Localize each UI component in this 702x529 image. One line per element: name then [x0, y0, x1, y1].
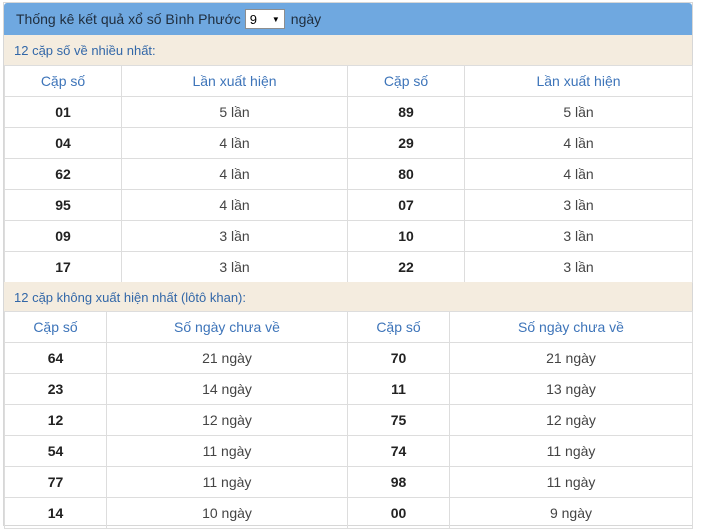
column-header: Cặp số — [4, 65, 122, 97]
occurrence-count: 4 lần — [121, 127, 348, 159]
pair-number: 98 — [347, 466, 450, 498]
pair-number: 07 — [347, 189, 465, 221]
days-absent: 12 ngày — [106, 404, 348, 436]
column-header: Số ngày chưa về — [106, 311, 348, 343]
section-absent-label: 12 cặp không xuất hiện nhất (lôtô khan): — [14, 289, 246, 305]
occurrence-count: 4 lần — [464, 158, 693, 190]
section-most-frequent-label: 12 cặp số về nhiều nhất: — [14, 42, 156, 58]
days-absent: 11 ngày — [106, 466, 348, 498]
column-header: Lần xuất hiện — [464, 65, 693, 97]
occurrence-count: 4 lần — [464, 127, 693, 159]
pair-number: 22 — [347, 251, 465, 283]
days-absent: 10 ngày — [106, 497, 348, 529]
pair-number: 80 — [347, 158, 465, 190]
table-row: 64 21 ngày 70 21 ngày — [4, 342, 693, 374]
table-row: 09 3 lần 10 3 lần — [4, 220, 693, 252]
column-header: Số ngày chưa về — [449, 311, 693, 343]
days-select-value: 9 — [249, 11, 258, 27]
days-absent: 9 ngày — [449, 497, 693, 529]
pair-number: 04 — [4, 127, 122, 159]
occurrence-count: 3 lần — [464, 189, 693, 221]
pair-number: 10 — [347, 220, 465, 252]
pair-number: 89 — [347, 96, 465, 128]
table-row: 23 14 ngày 11 13 ngày — [4, 373, 693, 405]
occurrence-count: 3 lần — [121, 220, 348, 252]
table-row: 04 4 lần 29 4 lần — [4, 127, 693, 159]
days-absent: 11 ngày — [449, 466, 693, 498]
occurrence-count: 5 lần — [464, 96, 693, 128]
pair-number: 70 — [347, 342, 450, 374]
table-row: 12 12 ngày 75 12 ngày — [4, 404, 693, 436]
pair-number: 17 — [4, 251, 122, 283]
occurrence-count: 5 lần — [121, 96, 348, 128]
occurrence-count: 3 lần — [464, 251, 693, 283]
pair-number: 14 — [4, 497, 107, 529]
pair-number: 11 — [347, 373, 450, 405]
pair-number: 62 — [4, 158, 122, 190]
column-header: Cặp số — [347, 65, 465, 97]
panel-header: Thống kê kết quả xổ số Bình Phước 9 ▼ ng… — [4, 3, 692, 35]
section-absent-title: 12 cặp không xuất hiện nhất (lôtô khan): — [4, 282, 692, 312]
absent-pairs-table: Cặp số Số ngày chưa về Cặp số Số ngày ch… — [4, 311, 693, 529]
table-row: 54 11 ngày 74 11 ngày — [4, 435, 693, 467]
table-row: 62 4 lần 80 4 lần — [4, 158, 693, 190]
days-absent: 13 ngày — [449, 373, 693, 405]
pair-number: 01 — [4, 96, 122, 128]
table-row: 95 4 lần 07 3 lần — [4, 189, 693, 221]
days-absent: 11 ngày — [106, 435, 348, 467]
pair-number: 54 — [4, 435, 107, 467]
header-suffix: ngày — [290, 11, 322, 27]
occurrence-count: 3 lần — [464, 220, 693, 252]
table-row: 17 3 lần 22 3 lần — [4, 251, 693, 283]
pair-number: 77 — [4, 466, 107, 498]
pair-number: 09 — [4, 220, 122, 252]
table-header-row: Cặp số Số ngày chưa về Cặp số Số ngày ch… — [4, 311, 693, 343]
days-select[interactable]: 9 ▼ — [244, 9, 285, 29]
pair-number: 64 — [4, 342, 107, 374]
occurrence-count: 4 lần — [121, 189, 348, 221]
pair-number: 00 — [347, 497, 450, 529]
column-header: Cặp số — [4, 311, 107, 343]
table-row: 77 11 ngày 98 11 ngày — [4, 466, 693, 498]
table-header-row: Cặp số Lần xuất hiện Cặp số Lần xuất hiệ… — [4, 65, 693, 97]
table-row: 01 5 lần 89 5 lần — [4, 96, 693, 128]
days-absent: 21 ngày — [449, 342, 693, 374]
section-most-frequent-title: 12 cặp số về nhiều nhất: — [4, 35, 692, 65]
pair-number: 74 — [347, 435, 450, 467]
occurrence-count: 3 lần — [121, 251, 348, 283]
occurrence-count: 4 lần — [121, 158, 348, 190]
chevron-down-icon: ▼ — [271, 14, 280, 24]
statistics-panel: Thống kê kết quả xổ số Bình Phước 9 ▼ ng… — [3, 2, 693, 529]
most-frequent-table: Cặp số Lần xuất hiện Cặp số Lần xuất hiệ… — [4, 65, 693, 283]
header-title: Thống kê kết quả xổ số Bình Phước — [16, 11, 241, 27]
pair-number: 29 — [347, 127, 465, 159]
column-header: Lần xuất hiện — [121, 65, 348, 97]
column-header: Cặp số — [347, 311, 450, 343]
days-absent: 21 ngày — [106, 342, 348, 374]
days-absent: 14 ngày — [106, 373, 348, 405]
table-row: 14 10 ngày 00 9 ngày — [4, 497, 693, 529]
pair-number: 23 — [4, 373, 107, 405]
days-absent: 12 ngày — [449, 404, 693, 436]
pair-number: 75 — [347, 404, 450, 436]
pair-number: 12 — [4, 404, 107, 436]
days-absent: 11 ngày — [449, 435, 693, 467]
pair-number: 95 — [4, 189, 122, 221]
